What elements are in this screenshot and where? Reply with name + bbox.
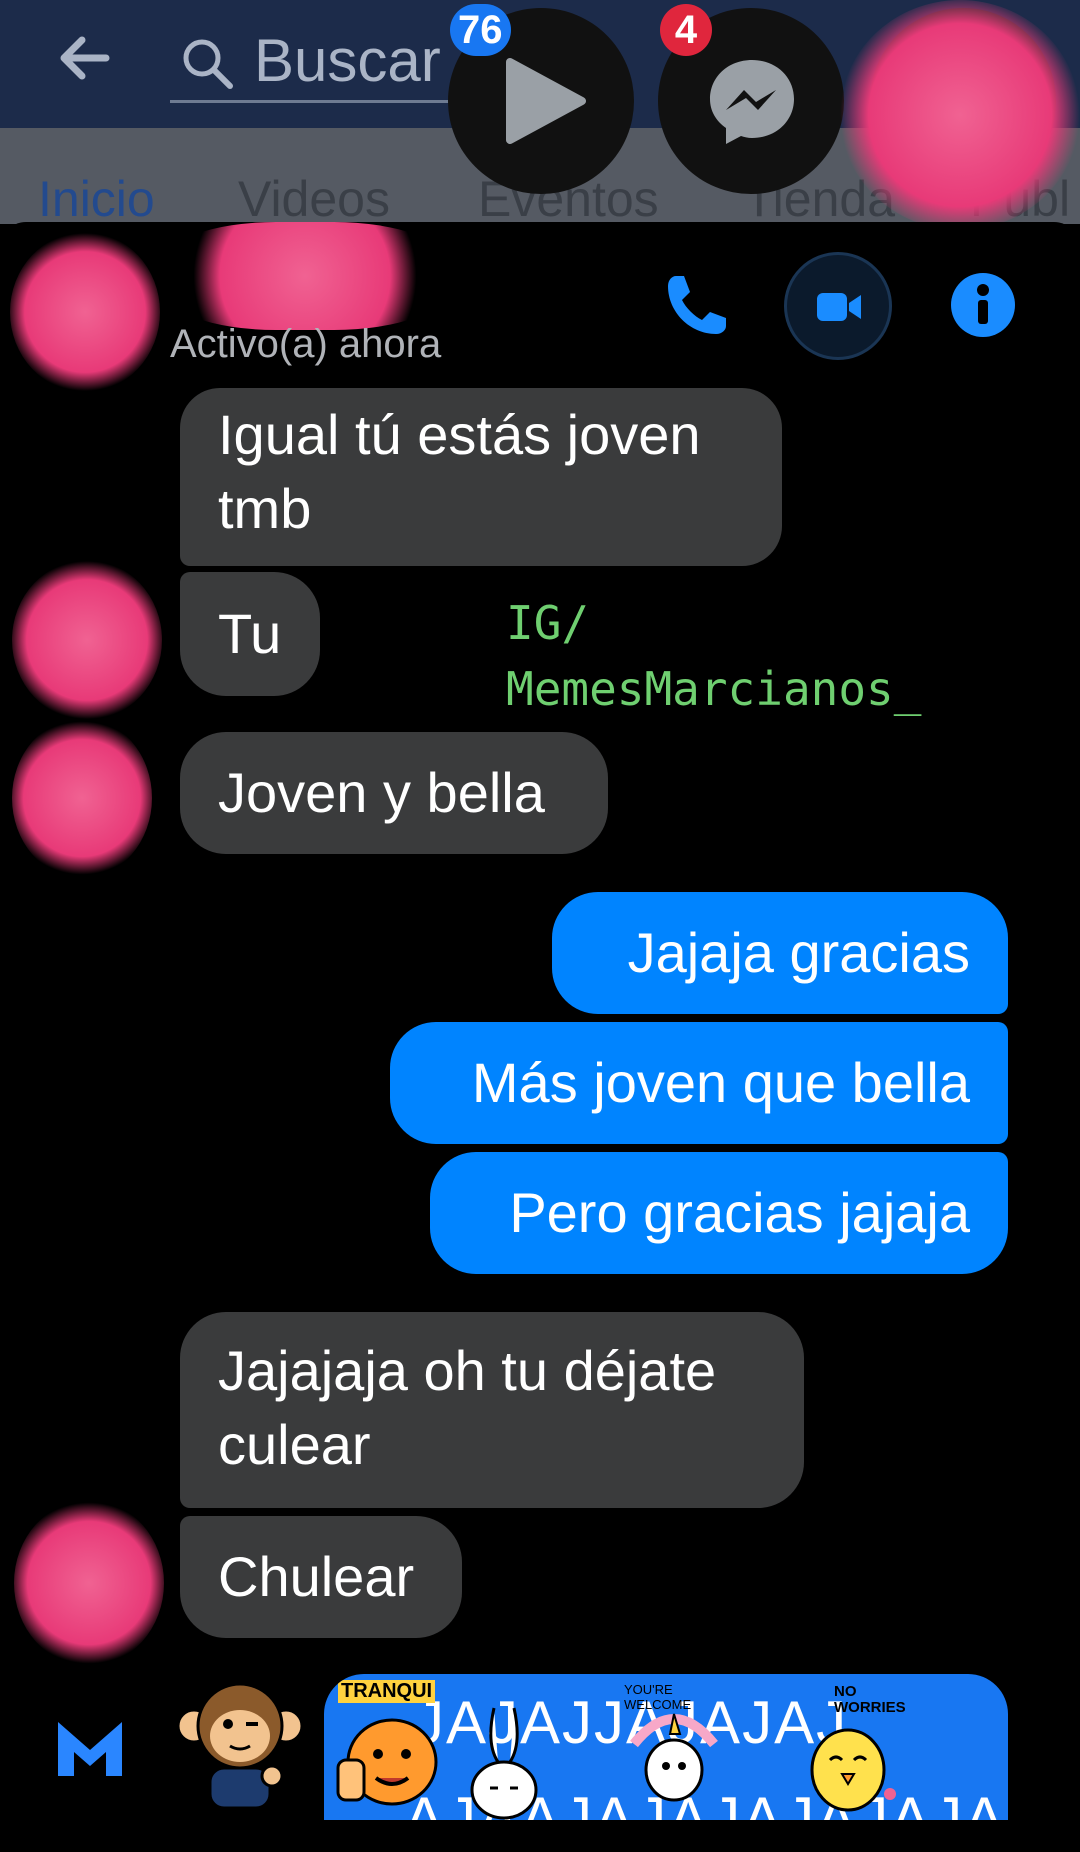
watermark: IG/ MemesMarcianos_ bbox=[506, 590, 921, 722]
tab-inicio[interactable]: Inicio bbox=[38, 170, 155, 228]
video-camera-icon bbox=[817, 293, 861, 321]
watermark-line: MemesMarcianos_ bbox=[506, 662, 922, 716]
redacted-scribble bbox=[840, 0, 1080, 230]
monkey-sticker-icon[interactable] bbox=[176, 1680, 304, 1810]
message-text-line: Igual tú estás joven bbox=[218, 403, 701, 466]
message-text: Tu bbox=[218, 602, 282, 665]
watermark-line: IG/ bbox=[506, 596, 590, 650]
active-status: Activo(a) ahora bbox=[170, 322, 442, 366]
search-placeholder: Buscar bbox=[254, 27, 441, 94]
message-bubble-outgoing[interactable]: Más joven que bella bbox=[390, 1022, 1008, 1144]
message-text: Pero gracias jajaja bbox=[509, 1181, 970, 1244]
phone-call-icon[interactable] bbox=[660, 270, 732, 347]
dog-sticker-icon[interactable]: TRANQUI bbox=[332, 1674, 442, 1820]
message-text: Más joven que bella bbox=[471, 1051, 970, 1114]
video-call-button[interactable] bbox=[784, 252, 892, 360]
redacted-avatar bbox=[14, 1500, 164, 1666]
message-text: Joven y bella bbox=[218, 761, 545, 824]
message-bubble-incoming[interactable]: Jajajaja oh tu déjate culear bbox=[180, 1312, 804, 1508]
message-text: Chulear bbox=[218, 1545, 415, 1608]
redacted-avatar bbox=[12, 560, 162, 720]
sticker-label: YOU'RE WELCOME bbox=[624, 1682, 692, 1712]
back-arrow-icon[interactable] bbox=[56, 30, 112, 95]
search-input[interactable]: Buscar bbox=[170, 20, 470, 103]
sticker-label: TRANQUI bbox=[338, 1680, 436, 1703]
message-bubble-outgoing[interactable]: Pero gracias jajaja bbox=[430, 1152, 1008, 1274]
message-bubble-incoming[interactable]: Chulear bbox=[180, 1516, 462, 1638]
rabbit-sticker-icon[interactable] bbox=[464, 1704, 544, 1820]
messenger-badge: 4 bbox=[660, 4, 712, 56]
unicorn-sticker-icon[interactable]: YOU'RE WELCOME bbox=[624, 1674, 724, 1820]
sticker-suggestion-bar[interactable]: JAJAJJAJAJAJ AJAAJAJAJAJAJAJA TRANQUI YO… bbox=[324, 1674, 1008, 1820]
redacted-avatar bbox=[12, 718, 152, 878]
message-text-line: Jajajaja oh tu déjate bbox=[218, 1339, 717, 1402]
messenger-icon bbox=[710, 60, 794, 144]
play-icon bbox=[506, 58, 586, 144]
sticker-label: NO WORRIES bbox=[834, 1683, 906, 1716]
message-bubble-incoming[interactable]: Joven y bella bbox=[180, 732, 608, 854]
message-bubble-incoming[interactable]: Tu bbox=[180, 572, 320, 696]
message-text-line: culear bbox=[218, 1413, 371, 1476]
meta-ai-icon[interactable] bbox=[54, 1716, 126, 1785]
redacted-avatar bbox=[10, 232, 160, 392]
redacted-contact-name bbox=[160, 222, 450, 330]
chick-sticker-icon[interactable]: NO WORRIES bbox=[794, 1674, 906, 1820]
tab-videos[interactable]: Videos bbox=[238, 170, 390, 228]
video-badge: 76 bbox=[450, 4, 511, 56]
info-icon[interactable] bbox=[950, 272, 1016, 343]
message-text-line: tmb bbox=[218, 477, 312, 540]
message-bubble-incoming[interactable]: Igual tú estás joven tmb bbox=[180, 388, 782, 566]
search-icon bbox=[183, 39, 233, 89]
message-text: Jajaja gracias bbox=[627, 921, 970, 984]
message-bubble-outgoing[interactable]: Jajaja gracias bbox=[552, 892, 1008, 1014]
